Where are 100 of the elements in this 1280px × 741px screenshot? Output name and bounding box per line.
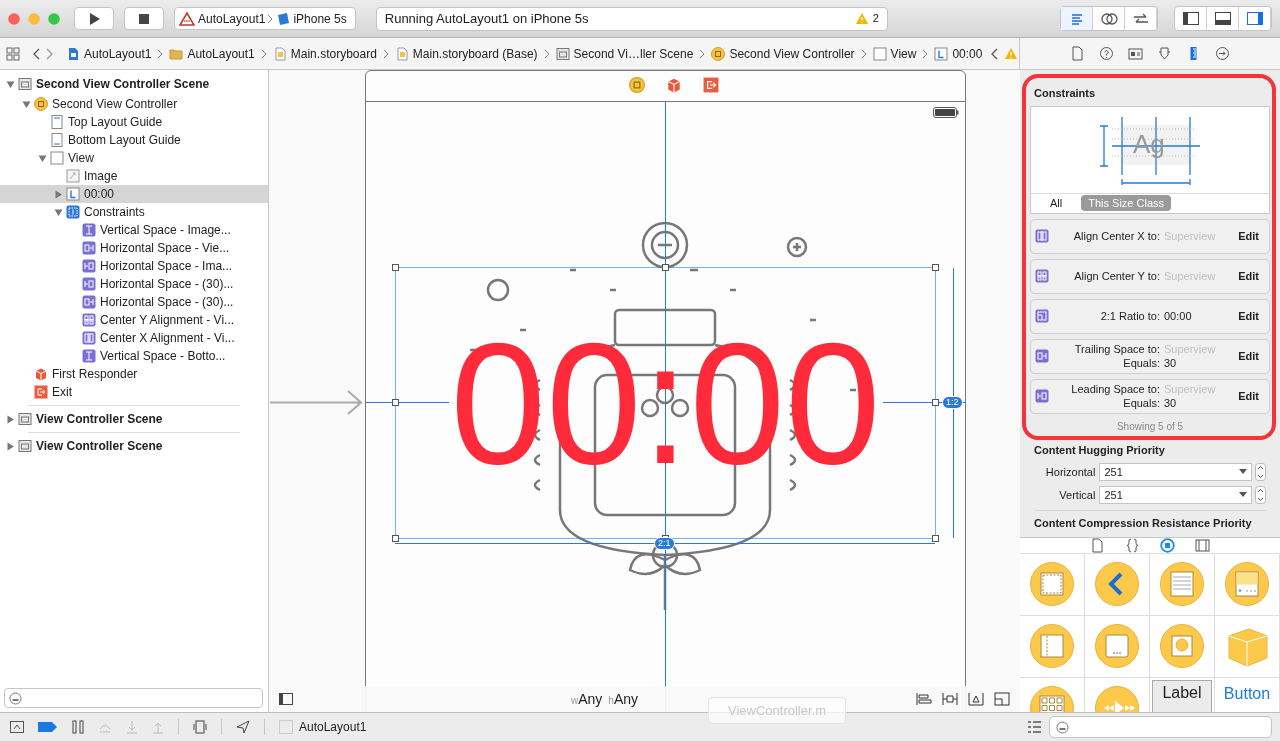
resize-handle[interactable]	[932, 264, 939, 271]
outline-row[interactable]: Horizontal Space - Vie...	[0, 239, 268, 257]
edit-button[interactable]: Edit	[1238, 307, 1259, 325]
scheme-button[interactable]: AutoLayout1	[179, 9, 266, 28]
outline-row[interactable]: Exit	[0, 383, 268, 401]
breadcrumb-item[interactable]: 00:00	[934, 44, 983, 63]
constraints-icon	[66, 205, 80, 219]
inspector-tab[interactable]	[1157, 46, 1172, 61]
panel-toggle-control[interactable]	[1174, 6, 1272, 31]
height-size-class[interactable]: hAny	[608, 688, 638, 710]
outline-row[interactable]: Top Layout Guide	[0, 113, 268, 131]
library-item[interactable]: Button	[1223, 683, 1271, 704]
outline-row[interactable]: Horizontal Space - Ima...	[0, 257, 268, 275]
stop-icon	[138, 12, 150, 25]
disclosure-triangle-icon[interactable]	[54, 189, 63, 199]
sidebar-toggle-icon[interactable]	[279, 693, 293, 705]
outline-row[interactable]: Center Y Alignment - Vi...	[0, 311, 268, 329]
inspector-tab[interactable]	[1215, 46, 1230, 61]
identity-card-icon	[1128, 46, 1143, 61]
disclosure-triangle-icon[interactable]	[6, 414, 15, 424]
grid-icon[interactable]	[6, 46, 20, 61]
run-button[interactable]	[74, 7, 114, 30]
size-class-filter-tab[interactable]: All	[1043, 194, 1070, 212]
pause-icon[interactable]	[72, 720, 84, 734]
breadcrumb-item[interactable]: View	[872, 44, 917, 63]
dropdown-caret-icon	[1239, 469, 1247, 475]
edit-button[interactable]: Edit	[1238, 347, 1259, 365]
outline-row[interactable]: Vertical Space - Image...	[0, 221, 268, 239]
inspector-tab[interactable]	[1070, 46, 1085, 61]
disclosure-triangle-icon[interactable]	[38, 153, 47, 163]
outline-row[interactable]: Second View Controller Scene	[0, 75, 268, 93]
priority-dropdown[interactable]: 251	[1099, 463, 1252, 481]
editor-mode-control[interactable]	[1060, 6, 1158, 31]
stop-button[interactable]	[124, 7, 164, 30]
view-hierarchy-icon[interactable]	[193, 720, 207, 734]
outline-row[interactable]: Second View Controller	[0, 95, 268, 113]
forward-icon[interactable]	[46, 47, 54, 60]
outline-row[interactable]: Horizontal Space - (30)...	[0, 275, 268, 293]
library-tab[interactable]	[1090, 537, 1105, 553]
outline-row[interactable]: Vertical Space - Botto...	[0, 347, 268, 365]
outline-row[interactable]: Center X Alignment - Vi...	[0, 329, 268, 347]
resize-handle[interactable]	[392, 399, 399, 406]
breadcrumb-item[interactable]: Main.storyboard (Base)	[394, 44, 538, 63]
breadcrumb-item[interactable]: Main.storyboard	[272, 44, 377, 63]
disclosure-triangle-icon[interactable]	[6, 79, 15, 89]
view-icon	[50, 151, 64, 165]
breadcrumb-item[interactable]: AutoLayout1	[169, 44, 255, 63]
library-tab[interactable]	[1125, 537, 1140, 553]
arrow-circle-icon	[1215, 46, 1230, 61]
location-icon[interactable]	[236, 720, 250, 734]
outline-row[interactable]: Constraints	[0, 203, 268, 221]
library-tab[interactable]	[1160, 537, 1175, 553]
filter-field[interactable]	[4, 688, 263, 708]
disclosure-triangle-icon[interactable]	[22, 99, 31, 109]
resize-handle[interactable]	[932, 535, 939, 542]
resolve-icon[interactable]	[968, 692, 984, 706]
outline-row[interactable]: Image	[0, 167, 268, 185]
outline-row[interactable]: View	[0, 149, 268, 167]
resize-handle[interactable]	[392, 264, 399, 271]
stepper-icon[interactable]	[1255, 486, 1266, 504]
edit-button[interactable]: Edit	[1238, 267, 1259, 285]
disclosure-triangle-icon[interactable]	[6, 441, 15, 451]
hide-debug-area-icon[interactable]	[10, 721, 24, 733]
outline-row[interactable]: View Controller Scene	[0, 410, 268, 428]
resize-handle[interactable]	[662, 264, 669, 271]
edit-button[interactable]: Edit	[1238, 227, 1259, 245]
constraint-row[interactable]: 2:1 Ratio to: 00:00 Edit	[1030, 298, 1270, 334]
pin-icon[interactable]	[942, 692, 958, 706]
outline-row[interactable]: First Responder	[0, 365, 268, 383]
edit-button[interactable]: Edit	[1238, 387, 1259, 405]
outline-row[interactable]: View Controller Scene	[0, 437, 268, 455]
inspector-tab[interactable]	[1099, 46, 1114, 61]
resize-handle[interactable]	[932, 399, 939, 406]
close-icon[interactable]	[8, 12, 20, 25]
destination-button[interactable]: iPhone 5s	[276, 9, 351, 28]
inspector-tab[interactable]	[1128, 46, 1143, 61]
resizing-icon[interactable]	[994, 692, 1010, 706]
resize-handle[interactable]	[392, 535, 399, 542]
list-icon[interactable]	[1028, 721, 1041, 733]
priority-dropdown[interactable]: 251	[1099, 486, 1252, 504]
stepper-icon[interactable]	[1255, 463, 1266, 481]
library-item[interactable]: Label	[1152, 679, 1212, 712]
back-icon[interactable]	[32, 47, 40, 60]
library-item[interactable]	[1095, 562, 1139, 606]
outline-row[interactable]: 00:00	[0, 185, 268, 203]
breadcrumb-item[interactable]: Second Vi…ller Scene	[555, 44, 694, 63]
width-size-class[interactable]: wAny	[570, 688, 603, 710]
align-icon[interactable]	[916, 692, 932, 706]
breakpoint-icon[interactable]	[38, 721, 58, 733]
outline-row[interactable]: Horizontal Space - (30)...	[0, 293, 268, 311]
previous-issue-icon[interactable]	[990, 47, 999, 60]
library-filter-field[interactable]	[1049, 716, 1272, 738]
editor-mode-button[interactable]	[1061, 7, 1093, 30]
breadcrumb-item[interactable]: AutoLayout1	[66, 44, 152, 63]
disclosure-triangle-icon[interactable]	[54, 207, 63, 217]
warning-count[interactable]: 2	[872, 10, 879, 27]
breadcrumb-item[interactable]: Second View Controller	[711, 44, 855, 63]
constraint-label: Equals:	[1122, 396, 1161, 410]
outline-row[interactable]: Bottom Layout Guide	[0, 131, 268, 149]
library-tab[interactable]	[1195, 537, 1210, 553]
